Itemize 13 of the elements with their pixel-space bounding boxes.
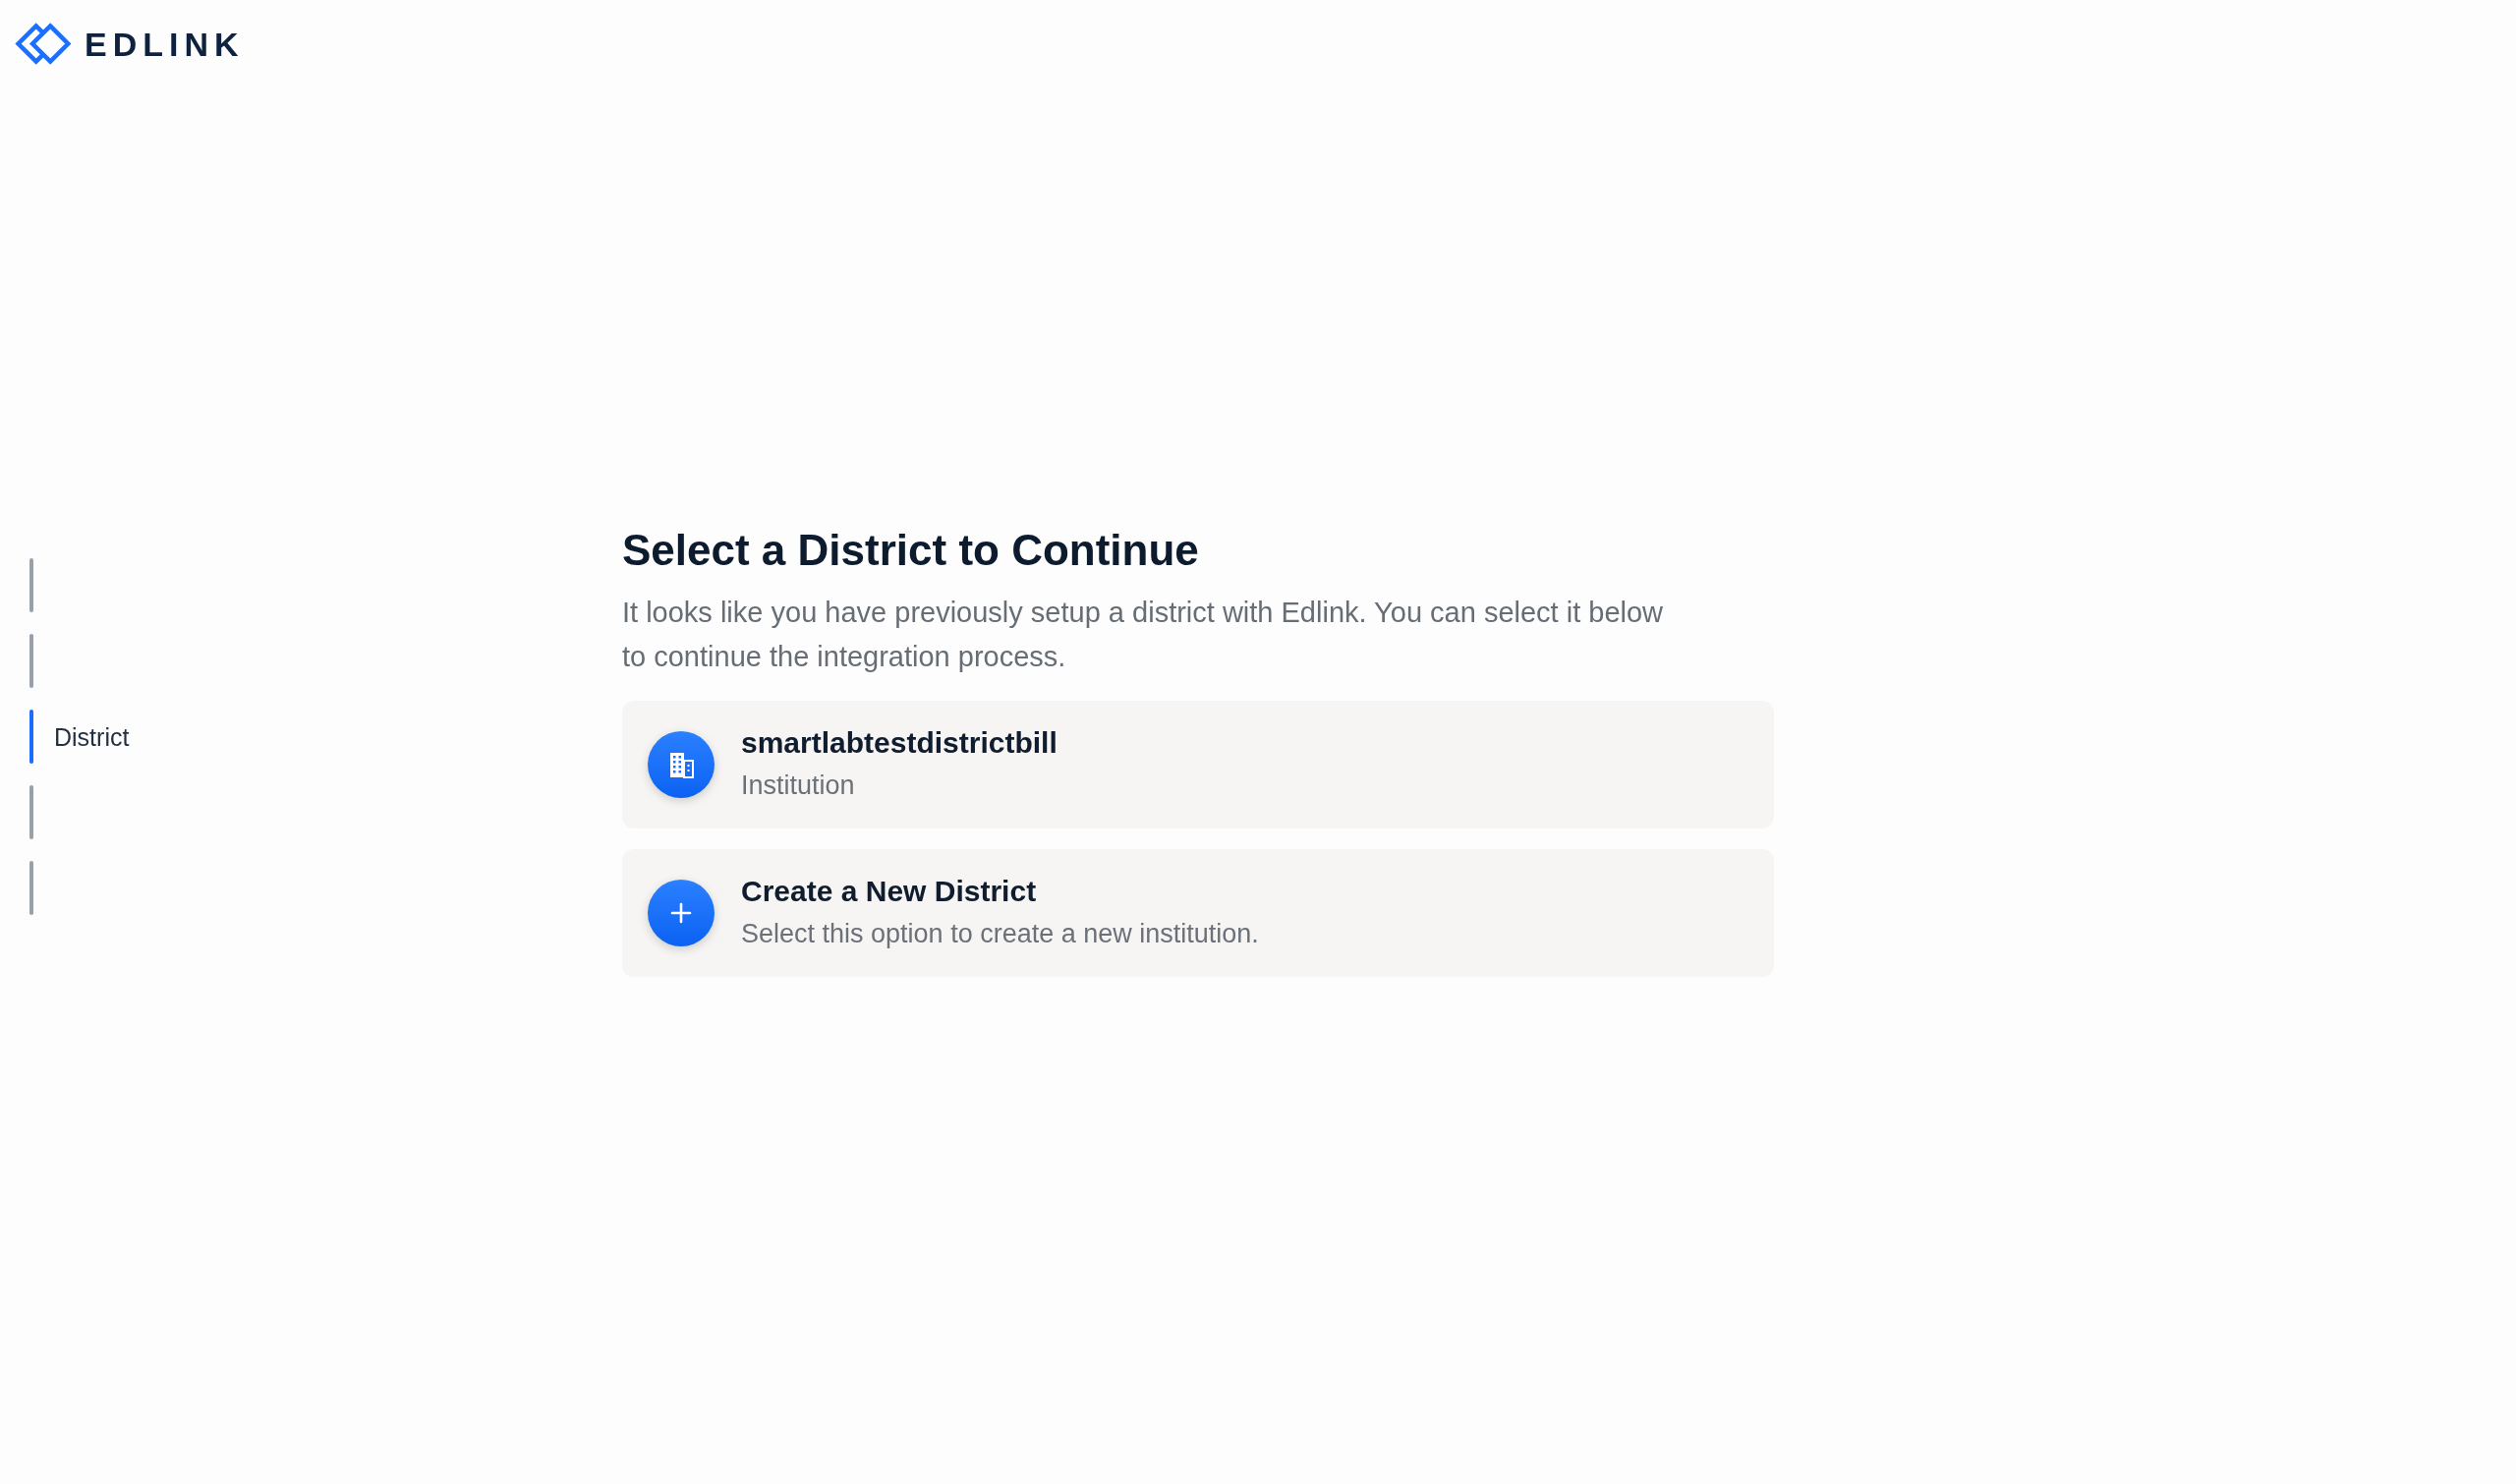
page-description: It looks like you have previously setup a district with Edlink. You can select it below to continue the integration process.: [622, 595, 1665, 674]
plus-icon: [648, 879, 715, 946]
page-heading: Select a District to Continue: [622, 525, 1200, 576]
building-icon: [648, 730, 715, 798]
logo-icon: [15, 23, 71, 65]
logo-text: EDLINK: [85, 27, 245, 61]
option-title: smartlabtestdistrictbill: [741, 725, 1058, 762]
option-subtitle: Select this option to create a new institution.: [741, 918, 1259, 951]
option-subtitle: Institution: [741, 770, 856, 803]
option-title: Create a New District: [741, 874, 1038, 910]
step-label: District: [54, 721, 130, 752]
option-card[interactable]: Create a New District Select this option to create a new institution.: [622, 848, 1774, 977]
option-card[interactable]: smartlabtestdistrictbill Institution: [622, 700, 1774, 828]
